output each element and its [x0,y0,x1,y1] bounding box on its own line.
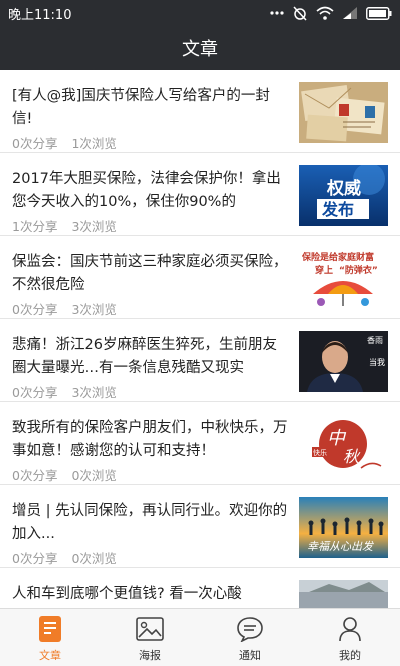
article-item[interactable]: 2017年大胆买保险，法律会保护你！拿出您今天收入的10%，保住你90%的 1次… [0,153,400,236]
team-sunset-image: 幸福从心出发 [299,497,388,558]
article-title: 2017年大胆买保险，法律会保护你！拿出您今天收入的10%，保住你90%的 [12,171,281,210]
article-meta: 0次分享 0次浏览 [12,465,117,484]
title-bar: 文章 [0,26,400,70]
article-meta: 0次分享 0次浏览 [12,548,117,567]
article-item[interactable]: [有人@我]国庆节保险人写给客户的一封信! 0次分享 1次浏览 [0,70,400,153]
article-item[interactable]: 增员 | 先认同保险，再认同行业。欢迎你的加入... 0次分享 0次浏览 幸福从… [0,485,400,568]
tab-label: 我的 [339,649,361,662]
bottom-tab-bar: 文章 海报 通知 我的 [0,608,400,666]
tab-article[interactable]: 文章 [0,609,100,666]
view-count: 3次浏览 [71,385,117,400]
insurance-umbrella-image: 保险是给家庭财富 穿上 “防弹衣” [299,248,388,309]
article-item[interactable]: 人和车到底哪个更值钱? 看一次心酸 [0,568,400,608]
view-count: 3次浏览 [71,302,117,317]
status-time: 晚上11:10 [8,7,72,23]
thumb-text: “防弹衣” [339,264,378,276]
envelopes-image [299,82,388,143]
thumb-text: 保险是给家庭财富 [301,251,374,263]
notice-icon [236,615,264,643]
thumb-text: 权威 [326,178,361,199]
tab-label: 文章 [39,649,61,662]
tab-notice[interactable]: 通知 [200,609,300,666]
share-count: 0次分享 [12,468,58,483]
mid-autumn-image: 中 秋 快乐 [299,414,388,475]
article-item[interactable]: 致我所有的保险客户朋友们，中秋快乐，万事如意！感谢您的认可和支持！ 0次分享 0… [0,402,400,485]
article-title: 致我所有的保险客户朋友们，中秋快乐，万事如意！感谢您的认可和支持！ [12,420,288,459]
poster-icon [136,615,164,643]
thumb-text: 香雨 [367,335,383,345]
status-icons [270,5,392,21]
profile-icon [336,615,364,643]
signal-icon [342,6,358,20]
article-icon [36,615,64,643]
share-count: 1次分享 [12,219,58,234]
article-list[interactable]: [有人@我]国庆节保险人写给客户的一封信! 0次分享 1次浏览 2017年大胆买… [0,70,400,608]
view-count: 0次浏览 [71,551,117,566]
tab-label: 海报 [139,649,161,662]
thumb-text: 当我 [369,357,385,367]
thumb-text: 快乐 [313,448,327,457]
view-count: 0次浏览 [71,468,117,483]
article-title: 保监会：国庆节前这三种家庭必须买保险，不然很危险 [12,254,288,293]
page-title: 文章 [182,39,218,60]
view-count: 1次浏览 [71,136,117,151]
share-count: 0次分享 [12,385,58,400]
tab-label: 通知 [239,649,261,662]
tab-profile[interactable]: 我的 [300,609,400,666]
thumb-text: 幸福从心出发 [307,540,374,553]
tab-poster[interactable]: 海报 [100,609,200,666]
thumb-text: 秋 [343,447,361,466]
thumb-text: 发布 [321,200,354,219]
alarm-off-icon [292,5,308,21]
article-meta: 1次分享 3次浏览 [12,216,117,235]
status-bar: 晚上11:10 [0,0,400,26]
share-count: 0次分享 [12,551,58,566]
article-meta: 0次分享 3次浏览 [12,382,117,401]
more-dots-icon [270,11,284,15]
battery-icon [366,6,392,20]
article-title: 悲痛！浙江26岁麻醉医生猝死，生前朋友圈大量曝光…有一条信息残酷又现实 [12,337,277,376]
article-title: 人和车到底哪个更值钱? 看一次心酸 [12,586,242,602]
share-count: 0次分享 [12,136,58,151]
thumb-text: 中 [327,428,347,449]
article-item[interactable]: 悲痛！浙江26岁麻醉医生猝死，生前朋友圈大量曝光…有一条信息残酷又现实 0次分享… [0,319,400,402]
article-title: [有人@我]国庆节保险人写给客户的一封信! [12,88,270,127]
article-meta: 0次分享 3次浏览 [12,299,117,318]
article-title: 增员 | 先认同保险，再认同行业。欢迎你的加入... [12,503,288,542]
authority-release-image: 权威 发布 [299,165,388,226]
thumb-text: 穿上 [315,264,333,276]
view-count: 3次浏览 [71,219,117,234]
article-item[interactable]: 保监会：国庆节前这三种家庭必须买保险，不然很危险 0次分享 3次浏览 保险是给家… [0,236,400,319]
wifi-icon [316,6,334,20]
article-meta: 0次分享 1次浏览 [12,133,117,152]
man-portrait-image: 香雨 当我 [299,331,388,392]
share-count: 0次分享 [12,302,58,317]
car-crash-image [299,580,388,608]
